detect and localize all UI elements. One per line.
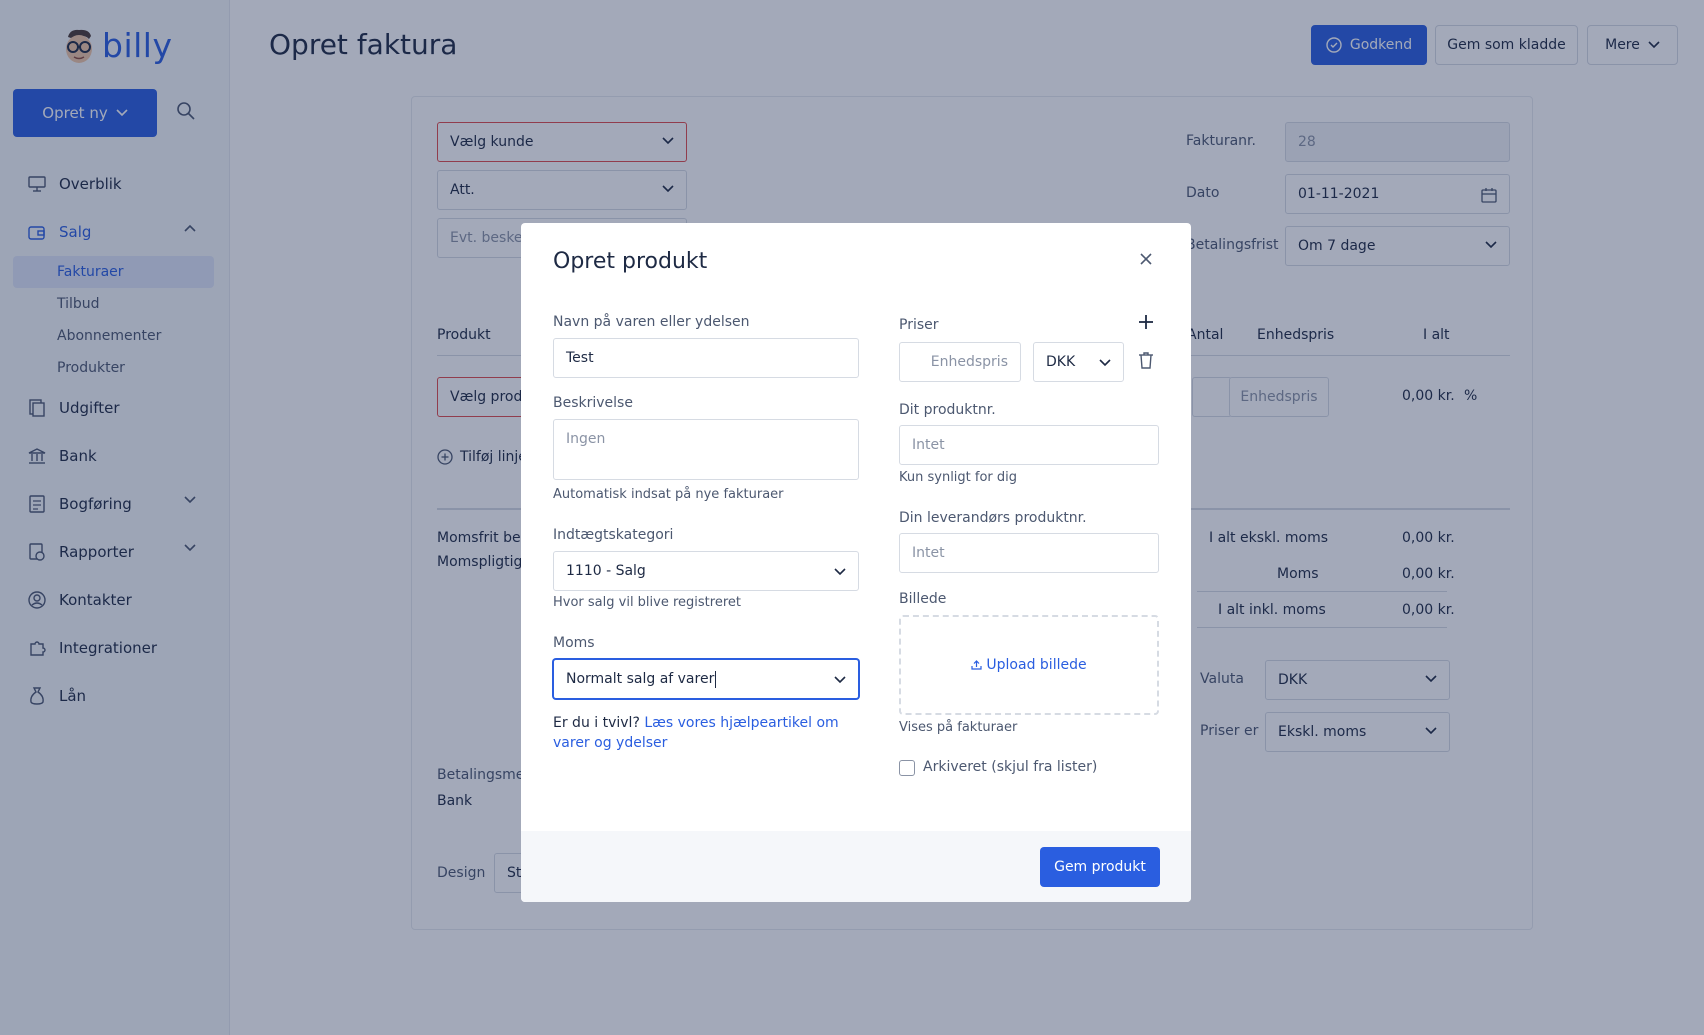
product-no-label: Dit produktnr. <box>899 402 996 418</box>
trash-icon[interactable] <box>1138 351 1154 373</box>
price-currency-select[interactable]: DKK <box>1033 342 1124 382</box>
save-product-button[interactable]: Gem produkt <box>1040 847 1160 887</box>
vat-select-value: Normalt salg af varer <box>566 671 715 687</box>
add-price-icon[interactable] <box>1138 314 1154 334</box>
chevron-down-icon <box>1099 359 1111 367</box>
product-no-placeholder: Intet <box>912 437 945 453</box>
vat-select[interactable]: Normalt salg af varer <box>553 659 859 699</box>
description-placeholder: Ingen <box>566 431 606 447</box>
archived-label: Arkiveret (skjul fra lister) <box>923 759 1098 775</box>
create-product-modal: Opret produkt Navn på varen eller ydelse… <box>521 223 1191 902</box>
income-category-select[interactable]: 1110 - Salg <box>553 551 859 591</box>
product-name-input[interactable]: Test <box>553 338 859 378</box>
upload-label: Upload billede <box>986 657 1087 673</box>
product-no-input[interactable]: Intet <box>899 425 1159 465</box>
income-category-value: 1110 - Salg <box>566 563 646 579</box>
supplier-no-input[interactable]: Intet <box>899 533 1159 573</box>
image-help: Vises på fakturaer <box>899 720 1018 735</box>
description-label: Beskrivelse <box>553 395 633 411</box>
description-help: Automatisk indsat på nye fakturaer <box>553 487 784 502</box>
modal-footer: Gem produkt <box>521 831 1191 902</box>
product-no-help: Kun synligt for dig <box>899 470 1018 485</box>
category-label: Indtægtskategori <box>553 527 674 543</box>
unit-price-input[interactable]: Enhedspris <box>899 342 1021 382</box>
prices-label: Priser <box>899 317 939 333</box>
name-label: Navn på varen eller ydelsen <box>553 314 750 330</box>
description-textarea[interactable]: Ingen <box>553 419 859 480</box>
close-icon[interactable] <box>1137 250 1155 268</box>
vat-label: Moms <box>553 635 595 651</box>
save-product-label: Gem produkt <box>1054 859 1146 875</box>
chevron-down-icon <box>834 568 846 576</box>
supplier-no-label: Din leverandørs produktnr. <box>899 510 1087 526</box>
modal-title: Opret produkt <box>553 249 708 274</box>
doubt-text: Er du i tvivl? <box>553 715 640 731</box>
upload-icon <box>971 660 983 670</box>
product-name-value: Test <box>566 350 594 366</box>
category-help: Hvor salg vil blive registreret <box>553 595 741 610</box>
archived-checkbox[interactable] <box>899 760 915 776</box>
image-upload-dropzone[interactable]: Upload billede <box>899 615 1159 715</box>
chevron-down-icon <box>834 676 846 684</box>
price-currency-value: DKK <box>1046 354 1076 370</box>
unit-price-placeholder: Enhedspris <box>930 354 1008 370</box>
supplier-no-placeholder: Intet <box>912 545 945 561</box>
image-label: Billede <box>899 591 947 607</box>
text-caret <box>715 670 717 688</box>
help-text: Er du i tvivl? Læs vores hjælpeartikel o… <box>553 713 859 753</box>
